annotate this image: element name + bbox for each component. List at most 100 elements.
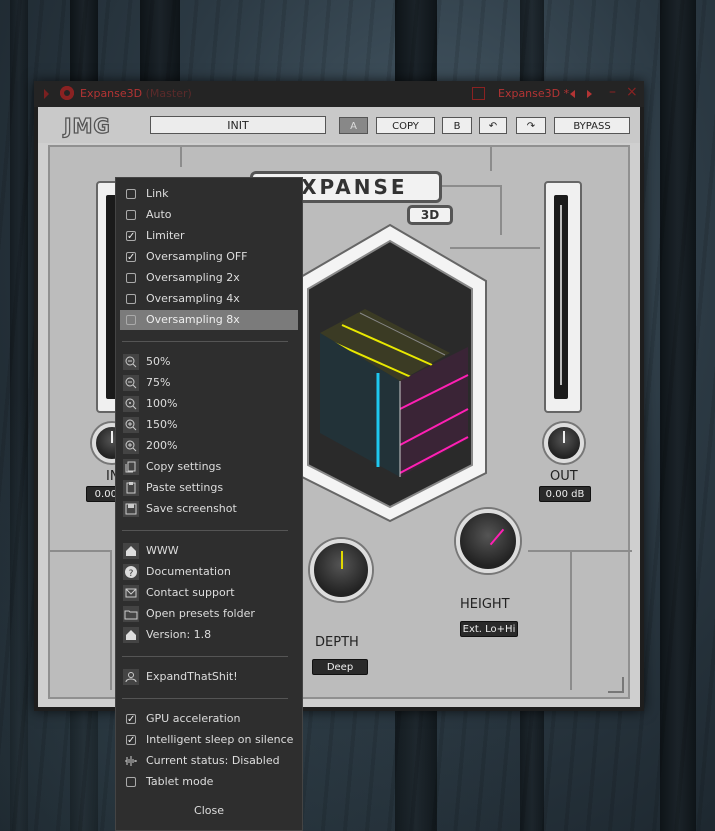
menu-item-zoom-100[interactable]: 100% [120,394,298,414]
menu-item-gpu-acceleration[interactable]: GPU acceleration [120,709,298,730]
circuit-line [490,147,492,171]
home-icon [123,627,139,643]
menu-item-zoom-200[interactable]: 200% [120,436,298,456]
menu-item-paste-settings[interactable]: Paste settings [120,478,298,498]
a-slot-button[interactable]: A [339,117,368,134]
window-title-suffix: (Master) [145,87,192,100]
plugin-toolbar: JMG INIT A COPY B ↶ ↷ BYPASS [38,107,640,143]
depth-mode[interactable]: Deep [312,659,368,675]
menu-item-oversampling-8x[interactable]: Oversampling 8x [120,310,298,330]
preset-field[interactable]: INIT [150,116,326,134]
menu-item-auto[interactable]: Auto [120,205,298,225]
menu-item-zoom-75[interactable]: 75% [120,373,298,393]
menu-separator [122,530,288,531]
bypass-button[interactable]: BYPASS [554,117,630,134]
window-title-text: Expanse3D [80,87,143,100]
context-menu: Link Auto Limiter Oversampling OFF Overs… [115,177,303,831]
menu-item-label: Paste settings [146,481,224,494]
preset-name[interactable]: Expanse3D * [498,87,569,100]
b-slot-button[interactable]: B [442,117,472,134]
menu-item-limiter[interactable]: Limiter [120,226,298,247]
expanse-hexagon-display [293,223,487,523]
menu-item-label: Auto [146,208,172,221]
depth-knob[interactable] [310,539,372,601]
menu-item-label: GPU acceleration [146,712,241,725]
menu-item-oversampling-2x[interactable]: Oversampling 2x [120,268,298,288]
menu-item-copy-settings[interactable]: Copy settings [120,457,298,477]
menu-item-label: 50% [146,355,171,368]
preset-browser-icon[interactable] [472,87,485,100]
menu-item-label: WWW [146,544,179,557]
menu-item-label: Limiter [146,229,185,242]
menu-close-button[interactable]: Close [116,804,302,817]
menu-item-tablet-mode[interactable]: Tablet mode [120,772,298,792]
resize-handle[interactable] [608,677,624,693]
gear-icon[interactable] [60,86,74,100]
menu-item-label: Current status: Disabled [146,754,280,767]
menu-item-current-status: Current status: Disabled [120,751,298,771]
undo-button[interactable]: ↶ [479,117,507,134]
circuit-line [528,550,632,552]
user-icon [123,669,139,685]
previous-preset-icon[interactable] [570,90,575,98]
menu-item-documentation[interactable]: ? Documentation [120,562,298,582]
menu-item-www[interactable]: WWW [120,541,298,561]
height-label: HEIGHT [460,597,510,612]
circuit-line [442,185,502,187]
checkbox-icon [126,315,136,325]
checkbox-icon [126,273,136,283]
menu-item-link[interactable]: Link [120,184,298,204]
menu-item-label: Version: 1.8 [146,628,212,641]
redo-button[interactable]: ↷ [516,117,546,134]
height-knob[interactable] [456,509,520,573]
window-titlebar: Expanse3D (Master) Expanse3D * – × [34,81,644,107]
menu-item-label: Open presets folder [146,607,255,620]
output-value[interactable]: 0.00 dB [539,486,591,502]
vendor-logo: JMG [63,114,111,138]
next-preset-icon[interactable] [587,90,592,98]
menu-item-save-screenshot[interactable]: Save screenshot [120,499,298,519]
svg-text:?: ? [129,569,134,579]
menu-item-label: Oversampling 2x [146,271,240,284]
minimize-icon[interactable]: – [609,84,616,100]
menu-item-oversampling-4x[interactable]: Oversampling 4x [120,289,298,309]
menu-item-open-presets-folder[interactable]: Open presets folder [120,604,298,624]
checkbox-icon [126,294,136,304]
menu-item-intelligent-sleep[interactable]: Intelligent sleep on silence [120,730,298,751]
menu-item-version[interactable]: Version: 1.8 [120,625,298,645]
output-label: OUT [550,469,578,484]
circuit-line [180,147,182,167]
copy-icon [123,459,139,475]
checkbox-icon [126,777,136,787]
menu-item-contact-support[interactable]: Contact support [120,583,298,603]
menu-separator [122,656,288,657]
menu-item-zoom-150[interactable]: 150% [120,415,298,435]
circuit-line [570,550,572,690]
checked-checkbox-icon [126,248,136,268]
close-icon[interactable]: × [626,84,638,100]
zoom-out-icon [123,375,139,391]
copy-button[interactable]: COPY [376,117,435,134]
zoom-reset-icon [123,396,139,412]
circuit-line [50,550,110,552]
collapse-arrow-icon[interactable] [44,89,49,99]
menu-item-label: Link [146,187,169,200]
menu-item-oversampling-off[interactable]: Oversampling OFF [120,247,298,268]
checkbox-icon [126,210,136,220]
output-meter [544,181,582,413]
menu-separator [122,341,288,342]
menu-item-label: Oversampling 8x [146,313,240,326]
home-icon [123,543,139,559]
mail-icon [123,585,139,601]
menu-item-label: 150% [146,418,178,431]
menu-item-user[interactable]: ExpandThatShit! [120,667,298,687]
menu-item-label: Contact support [146,586,235,599]
menu-item-zoom-50[interactable]: 50% [120,352,298,372]
help-icon: ? [123,564,139,580]
output-knob[interactable] [544,423,584,463]
menu-item-label: Save screenshot [146,502,237,515]
paste-icon [123,480,139,496]
menu-item-label: Copy settings [146,460,222,473]
height-mode[interactable]: Ext. Lo+Hi [460,621,518,637]
menu-item-label: Tablet mode [146,775,214,788]
